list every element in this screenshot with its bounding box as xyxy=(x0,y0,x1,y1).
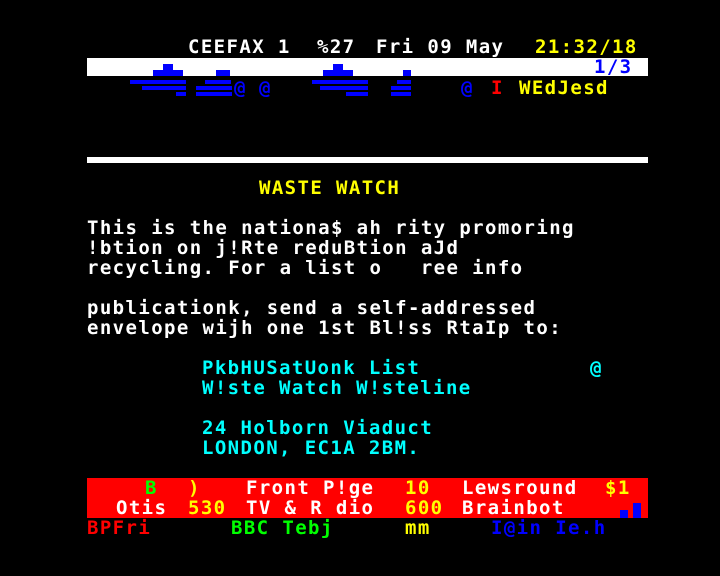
address-line-1: PkbHUSatUonk List xyxy=(202,357,421,379)
link-otis[interactable]: Otis xyxy=(116,498,167,518)
banner-garbled-title: WEdJesd xyxy=(519,77,609,99)
service-name: CEEFAX 1 xyxy=(188,36,291,58)
banner-red-char: I xyxy=(491,77,504,99)
link-otis-number[interactable]: 530 xyxy=(188,498,227,518)
link-brainbot[interactable]: Brainbot xyxy=(462,498,565,518)
link-tv-radio-number[interactable]: 600 xyxy=(405,498,444,518)
fastext-yellow-key[interactable]: mm xyxy=(405,518,431,538)
fastext-b: B xyxy=(145,477,158,499)
address-line-2: W!ste Watch W!steline xyxy=(202,377,472,399)
page-number: %27 xyxy=(317,36,356,58)
article-line: recycling. For a list o ree info xyxy=(87,257,524,279)
fastext-blue-key[interactable]: I@in Ie.h xyxy=(491,518,607,538)
clock: 21:32/18 xyxy=(535,36,638,58)
date-label: Fri 09 May xyxy=(376,36,505,58)
article-title: WASTE WATCH xyxy=(259,177,401,199)
article-line: publicationk, send a self-addressed xyxy=(87,297,537,319)
banner-mark-3: @ xyxy=(461,77,474,99)
divider-line xyxy=(87,157,648,163)
link-front-page-number[interactable]: 10 xyxy=(405,478,431,498)
link-tv-radio[interactable]: TV & R dio xyxy=(246,498,374,518)
teletext-screen: CEEFAX 1 %27 Fri 09 May 21:32/18 1/3 @ @… xyxy=(0,0,720,576)
address-line-4: LONDON, EC1A 2BM. xyxy=(202,437,421,459)
article-line: This is the nationa$ ah rity promoring xyxy=(87,217,575,239)
article-line: !btion on j!Rte reduBtion aJd xyxy=(87,237,460,259)
fastext-paren: ) xyxy=(188,477,201,499)
address-line-3: 24 Holborn Viaduct xyxy=(202,417,434,439)
subpage-counter: 1/3 xyxy=(594,56,633,78)
link-front-page[interactable]: Front P!ge xyxy=(246,478,374,498)
article-line: envelope wijh one 1st Bl!ss RtaIp to: xyxy=(87,317,563,339)
address-mark: @ xyxy=(590,357,603,379)
link-newsround[interactable]: Lewsround xyxy=(462,478,578,498)
link-newsround-number[interactable]: $1 xyxy=(605,478,631,498)
banner-mark-1: @ xyxy=(234,77,247,99)
fastext-red-key[interactable]: BPFri xyxy=(87,518,151,538)
banner-mark-2: @ xyxy=(259,77,272,99)
fastext-green-key[interactable]: BBC Tebj xyxy=(231,518,334,538)
